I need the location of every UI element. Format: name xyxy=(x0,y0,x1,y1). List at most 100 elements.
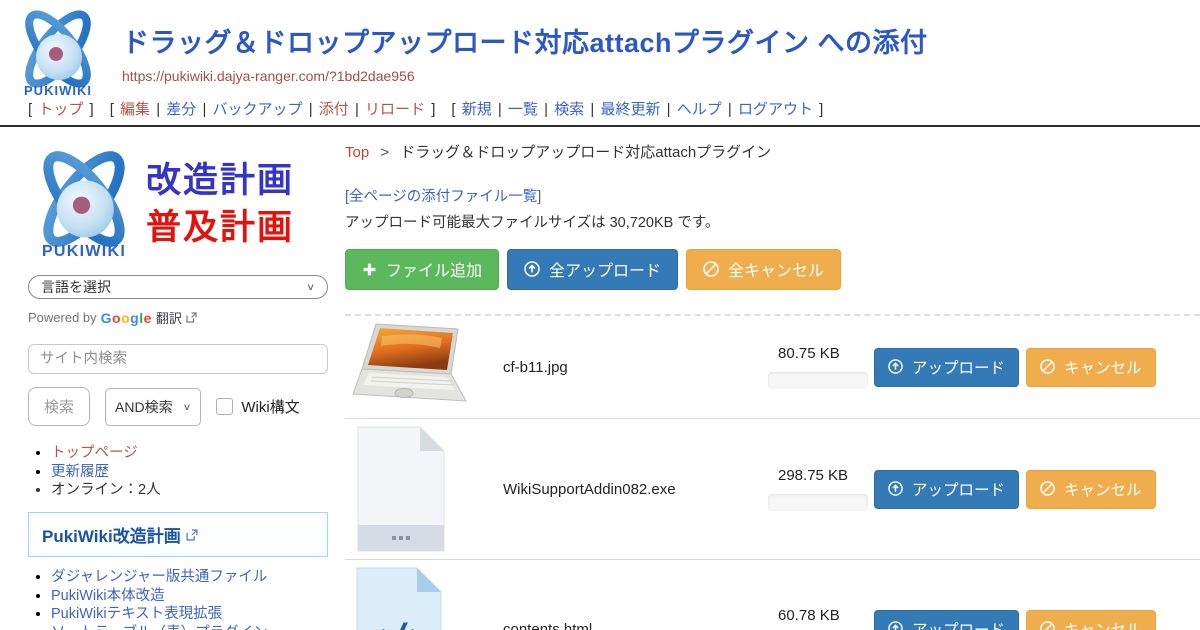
upload-toolbar: ファイル追加 全アップロード 全キャンセル xyxy=(345,249,1200,290)
sidebar-link[interactable]: ダジャレンジャー版共通ファイル xyxy=(51,569,267,585)
all-attachments-link[interactable]: [全ページの添付ファイル一覧] xyxy=(345,185,541,206)
page-url[interactable]: https://pukiwiki.dajya-ranger.com/?1bd2d… xyxy=(122,68,928,84)
sidebar-link[interactable]: ソートテーブル（表）プラグイン xyxy=(51,625,268,630)
list-item: オンライン：2人 xyxy=(51,482,328,499)
sidebar-site-box[interactable]: PukiWiki改造計画 xyxy=(28,512,328,557)
cancel-button[interactable]: キャンセル xyxy=(1026,348,1156,387)
sidebar: PUKIWIKI 改造計画 普及計画 言語を選択 ∨ Powered by Go… xyxy=(28,139,328,630)
pukiwiki-atom-logo-icon[interactable]: PUKIWIKI xyxy=(10,7,106,99)
file-row: </> contents.html 60.78 KB アップロード xyxy=(345,560,1200,630)
nav-link[interactable]: 添付 xyxy=(319,101,349,118)
ban-circle-icon xyxy=(1040,481,1055,496)
file-name: cf-b11.jpg xyxy=(503,359,768,376)
sidebar-link[interactable]: 更新履歴 xyxy=(51,464,109,480)
nav-link[interactable]: 一覧 xyxy=(508,101,538,118)
max-upload-size-text: アップロード可能最大ファイルサイズは 30,720KB です。 xyxy=(345,211,1200,232)
language-select-value: 言語を選択 xyxy=(41,277,111,297)
powered-by-label: Powered by xyxy=(28,310,97,325)
file-row: cf-b11.jpg 80.75 KB アップロード xyxy=(345,316,1200,419)
sidebar-logo[interactable]: PUKIWIKI 改造計画 普及計画 xyxy=(24,147,328,261)
sidebar-link[interactable]: PukiWiki本体改造 xyxy=(51,588,165,604)
external-link-icon xyxy=(186,529,198,541)
nav-link[interactable]: 差分 xyxy=(166,101,196,118)
chevron-down-icon: ∨ xyxy=(183,401,192,412)
upload-button[interactable]: アップロード xyxy=(874,470,1019,509)
translate-link[interactable]: 翻訳 xyxy=(156,308,182,327)
top-nav: [ トップ ] [ 編集 | 差分 | バックアップ | 添付 | リロード ] [… xyxy=(0,95,1200,125)
chevron-down-icon: ∨ xyxy=(306,281,315,292)
wiki-syntax-label: Wiki構文 xyxy=(241,396,299,417)
list-item: 更新履歴 xyxy=(51,464,328,481)
html-file-icon: </> xyxy=(345,566,503,630)
upload-circle-icon xyxy=(888,621,903,630)
list-item: ダジャレンジャー版共通ファイル xyxy=(51,569,328,586)
generic-file-icon xyxy=(345,425,503,553)
file-upload-list: cf-b11.jpg 80.75 KB アップロード xyxy=(345,314,1200,630)
list-item: PukiWiki本体改造 xyxy=(51,588,328,605)
sidebar-quick-links: トップページ更新履歴オンライン：2人 xyxy=(51,445,328,499)
ban-circle-icon xyxy=(1040,359,1055,374)
cancel-button[interactable]: キャンセル xyxy=(1026,470,1156,509)
google-translate-attribution: Powered by Google 翻訳 xyxy=(28,308,328,327)
sidebar-link[interactable]: PukiWikiテキスト表現拡張 xyxy=(51,606,222,622)
upload-circle-icon xyxy=(524,261,540,277)
nav-group: [ 新規 | 一覧 | 検索 | 最終更新 | ヘルプ | ログアウト ] xyxy=(451,101,823,118)
list-item: ソートテーブル（表）プラグイン xyxy=(51,625,328,630)
laptop-photo-thumbnail xyxy=(345,322,503,412)
file-name: contents.html xyxy=(503,621,768,630)
search-button[interactable]: 検索 xyxy=(28,387,90,426)
file-name: WikiSupportAddin082.exe xyxy=(503,481,768,498)
upload-button[interactable]: アップロード xyxy=(874,610,1019,630)
sidebar-page-links: ダジャレンジャー版共通ファイル PukiWiki本体改造 PukiWikiテキスト表… xyxy=(51,569,328,630)
sidebar-logo-line2: 普及計画 xyxy=(146,204,294,251)
page-title: ドラッグ＆ドロップアップロード対応attachプラグイン への添付 xyxy=(122,21,928,60)
google-logo: Google xyxy=(101,310,152,326)
upload-circle-icon xyxy=(888,481,903,496)
list-item: PukiWikiテキスト表現拡張 xyxy=(51,606,328,623)
pukiwiki-atom-logo-icon: PUKIWIKI xyxy=(24,147,144,261)
wiki-syntax-checkbox[interactable] xyxy=(216,398,233,415)
file-size: 298.75 KB xyxy=(768,467,874,484)
language-select[interactable]: 言語を選択 ∨ xyxy=(28,275,328,299)
main-content: Top > ドラッグ＆ドロップアップロード対応attachプラグイン [全ページ… xyxy=(328,139,1200,630)
add-files-button[interactable]: ファイル追加 xyxy=(345,249,499,290)
svg-text:PUKIWIKI: PUKIWIKI xyxy=(24,83,92,98)
cancel-button[interactable]: キャンセル xyxy=(1026,610,1156,630)
file-size: 80.75 KB xyxy=(768,345,874,362)
page: PUKIWIKI ドラッグ＆ドロップアップロード対応attachプラグイン への… xyxy=(0,0,1200,630)
external-link-icon xyxy=(186,312,197,323)
sidebar-logo-line1: 改造計画 xyxy=(146,157,294,204)
progress-bar xyxy=(768,372,868,389)
upload-circle-icon xyxy=(888,359,903,374)
file-row: WikiSupportAddin082.exe 298.75 KB アップロード xyxy=(345,419,1200,560)
nav-link[interactable]: 検索 xyxy=(554,101,584,118)
site-search-input[interactable] xyxy=(28,344,328,374)
cancel-all-button[interactable]: 全キャンセル xyxy=(686,249,841,290)
nav-link[interactable]: リロード xyxy=(365,101,425,118)
ban-circle-icon xyxy=(1040,621,1055,630)
sidebar-link[interactable]: トップページ xyxy=(51,445,138,461)
upload-button[interactable]: アップロード xyxy=(874,348,1019,387)
search-mode-select[interactable]: AND検索 ∨ xyxy=(105,388,201,426)
list-item: トップページ xyxy=(51,445,328,462)
upload-all-button[interactable]: 全アップロード xyxy=(507,249,678,290)
breadcrumb-home-link[interactable]: Top xyxy=(345,144,369,161)
nav-link[interactable]: 最終更新 xyxy=(601,101,661,118)
nav-link[interactable]: トップ xyxy=(38,101,83,118)
ban-circle-icon xyxy=(703,261,719,277)
nav-link[interactable]: ヘルプ xyxy=(677,101,722,118)
file-size: 60.78 KB xyxy=(768,607,874,624)
nav-group: [ 編集 | 差分 | バックアップ | 添付 | リロード ] xyxy=(110,101,436,118)
svg-text:</>: </> xyxy=(362,616,434,630)
search-mode-value: AND検索 xyxy=(115,397,173,417)
svg-text:PUKIWIKI: PUKIWIKI xyxy=(42,242,126,260)
breadcrumb-current: ドラッグ＆ドロップアップロード対応attachプラグイン xyxy=(400,144,771,161)
nav-link[interactable]: 編集 xyxy=(120,101,150,118)
nav-link[interactable]: バックアップ xyxy=(213,101,303,118)
nav-group: [ トップ ] xyxy=(28,101,94,118)
breadcrumb-separator: > xyxy=(380,144,389,161)
plus-icon xyxy=(362,262,377,277)
nav-link[interactable]: 新規 xyxy=(462,101,492,118)
sidebar-site-box-title: PukiWiki改造計画 xyxy=(42,522,181,547)
nav-link[interactable]: ログアウト xyxy=(738,101,813,118)
